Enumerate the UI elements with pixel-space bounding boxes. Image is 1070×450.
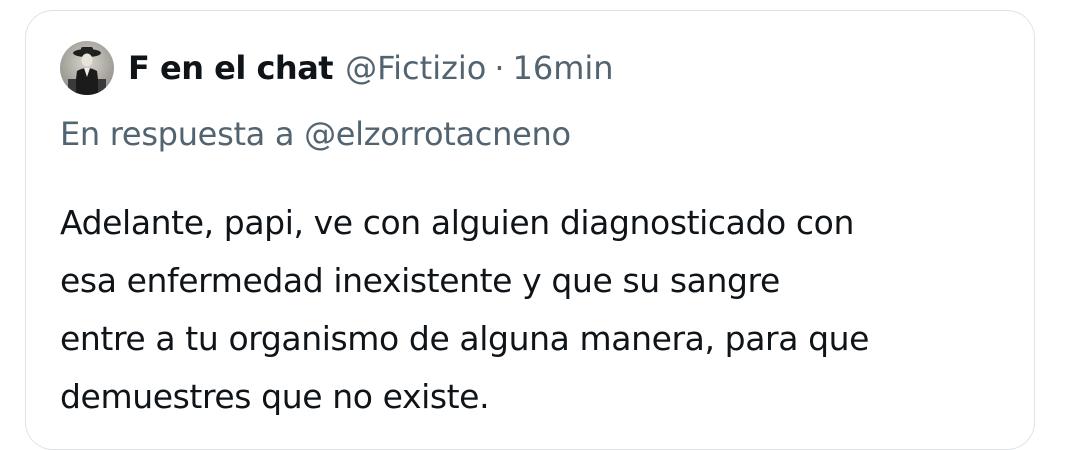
avatar[interactable] [60,41,114,95]
tweet-text-line: esa enfermedad inexistente y que su sang… [60,261,780,300]
avatar-image [60,41,114,95]
reply-prefix: En respuesta a [60,115,295,153]
author-handle[interactable]: @Fictizio [345,49,486,87]
reply-context: En respuesta a @elzorrotacneno [60,115,571,153]
tweet-text-line: Adelante, papi, ve con alguien diagnosti… [60,203,854,242]
tweet-header: F en el chat @Fictizio · 16min [60,41,614,95]
tweet-text-line: entre a tu organismo de alguna manera, p… [60,319,870,358]
tweet-body: Adelante, papi, ve con alguien diagnosti… [60,194,1020,426]
author-display-name[interactable]: F en el chat [128,49,334,87]
tweet-text-line: demuestres que no existe. [60,377,490,416]
quoted-tweet-card[interactable]: F en el chat @Fictizio · 16min En respue… [25,10,1035,450]
separator-dot: · [494,49,505,87]
timestamp[interactable]: 16min [513,49,614,87]
reply-to-handle[interactable]: @elzorrotacneno [304,115,571,153]
